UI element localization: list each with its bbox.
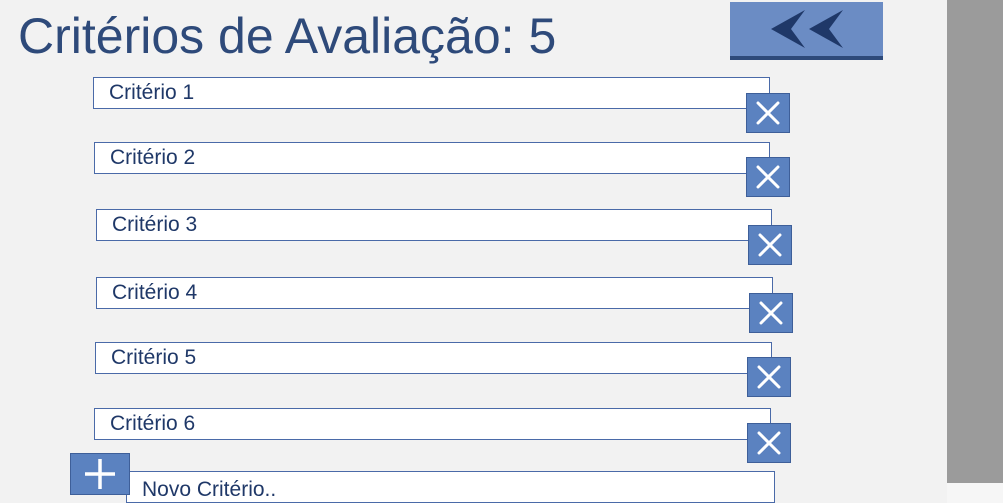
criterion-label: Critério 5 [111, 346, 197, 369]
close-icon [759, 301, 783, 325]
criterion-label: Critério 1 [109, 81, 195, 104]
scrollbar-thumb[interactable] [947, 0, 1003, 483]
close-icon [757, 431, 781, 455]
criterion-row[interactable]: Critério 4 [96, 277, 773, 309]
double-chevron-left-icon [770, 10, 843, 48]
close-icon [757, 365, 781, 389]
add-criterion-button[interactable] [70, 453, 130, 495]
close-icon [756, 165, 780, 189]
criterion-row[interactable]: Critério 2 [94, 142, 770, 174]
delete-criterion-button[interactable] [747, 357, 791, 397]
close-icon [756, 101, 780, 125]
back-button[interactable] [730, 2, 883, 60]
criterion-row[interactable]: Critério 3 [96, 209, 772, 241]
close-icon [758, 233, 782, 257]
delete-criterion-button[interactable] [746, 93, 790, 133]
delete-criterion-button[interactable] [746, 157, 790, 197]
new-criterion-input[interactable]: Novo Critério.. [126, 471, 775, 503]
criterion-label: Critério 4 [112, 281, 198, 304]
plus-icon [85, 459, 115, 489]
page-title: Critérios de Avaliação: 5 [18, 8, 557, 64]
delete-criterion-button[interactable] [748, 225, 792, 265]
delete-criterion-button[interactable] [749, 293, 793, 333]
criterion-label: Critério 6 [110, 412, 196, 435]
criterion-label: Critério 2 [110, 146, 196, 169]
criterion-row[interactable]: Critério 1 [93, 77, 770, 109]
delete-criterion-button[interactable] [747, 423, 791, 463]
criterion-label: Critério 3 [112, 213, 198, 236]
criterion-row[interactable]: Critério 6 [94, 408, 771, 440]
new-criterion-label: Novo Critério.. [142, 478, 277, 501]
criterion-row[interactable]: Critério 5 [95, 342, 772, 374]
